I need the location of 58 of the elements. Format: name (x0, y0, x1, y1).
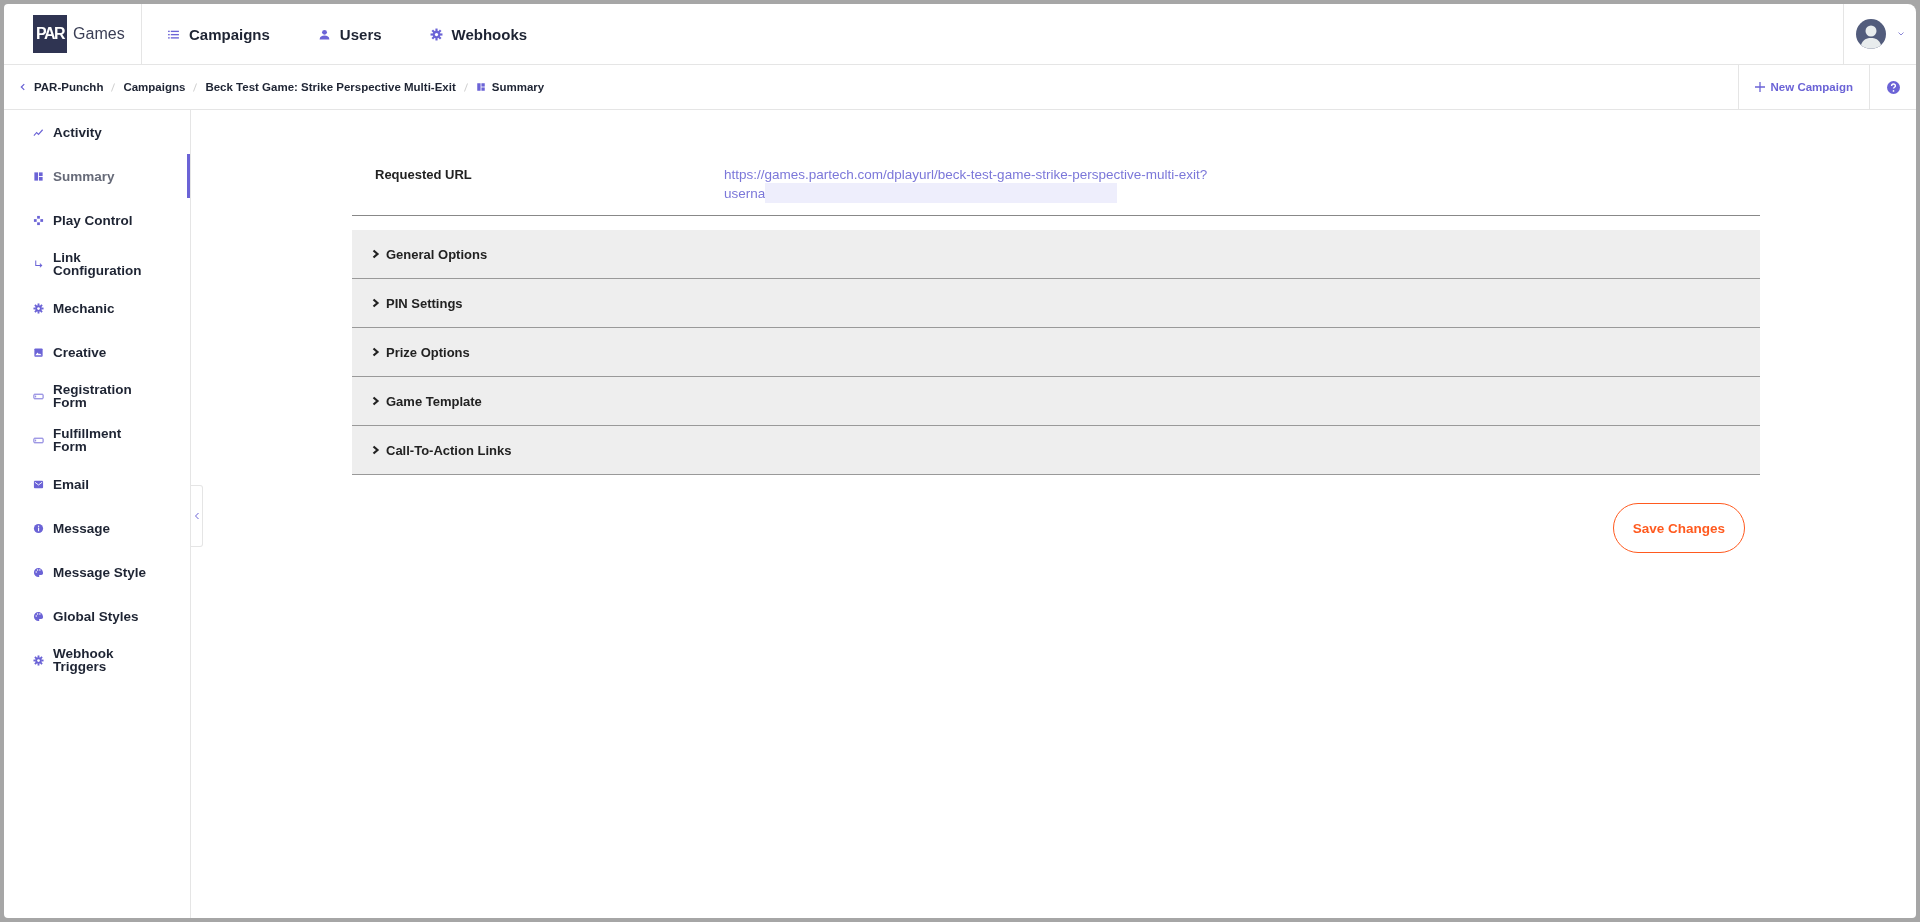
nav-item[interactable]: Campaigns (167, 25, 270, 43)
sidebar-item[interactable]: Play Control (4, 198, 190, 242)
chevron-icon (372, 347, 380, 357)
sidebar-item[interactable]: Message Style (4, 550, 190, 594)
avatar[interactable] (1856, 19, 1886, 49)
sidebar-item[interactable]: Summary (4, 154, 190, 198)
accordion-header[interactable]: Game Template (352, 377, 1760, 426)
dpad-icon (33, 214, 44, 226)
user-icon (317, 27, 331, 41)
accordion-header[interactable]: Call-To-Action Links (352, 426, 1760, 475)
sidebar-item[interactable]: Global Styles (4, 594, 190, 638)
plus-icon (1754, 82, 1765, 92)
chevron-icon (372, 445, 380, 455)
separator-icon (111, 82, 116, 92)
gear-icon (429, 27, 443, 41)
chevron-icon (372, 298, 380, 308)
sidebar-item[interactable]: Activity (4, 110, 190, 154)
sidebar-item[interactable]: Fulfillment Form (4, 418, 190, 462)
help-icon[interactable] (1886, 80, 1900, 94)
info-icon (33, 522, 44, 534)
chevron-icon (372, 396, 380, 406)
nav-item[interactable]: Webhooks (429, 25, 528, 43)
sidebar-item[interactable]: Message (4, 506, 190, 550)
logo-text: Games (73, 25, 125, 43)
url-link[interactable]: userna (724, 184, 766, 202)
sidebar-item[interactable]: Mechanic (4, 286, 190, 330)
dashboard-icon (475, 82, 486, 92)
sidebar-item[interactable]: Registration Form (4, 374, 190, 418)
accordion-header[interactable]: Prize Options (352, 328, 1760, 377)
breadcrumb-link[interactable]: PAR-Punchh (18, 81, 104, 93)
breadcrumb-link[interactable]: Summary (475, 81, 545, 93)
accordion-header[interactable]: General Options (352, 230, 1760, 279)
turn-arrow-icon (33, 258, 44, 270)
sidebar-item[interactable]: Link Configuration (4, 242, 190, 286)
chevron-left-icon (18, 82, 28, 92)
caret-icon[interactable] (1898, 32, 1904, 36)
accordion-header[interactable]: PIN Settings (352, 279, 1760, 328)
chevron-left-icon (193, 512, 200, 520)
new-campaign-button[interactable]: New Campaign (1737, 65, 1869, 109)
sidebar-item[interactable]: Email (4, 462, 190, 506)
gear-icon (33, 654, 44, 666)
field-label: Requested URL (375, 167, 472, 182)
palette-icon (33, 566, 44, 578)
separator-icon (463, 82, 468, 92)
sidebar-item[interactable]: Creative (4, 330, 190, 374)
sidebar-item[interactable]: Webhook Triggers (4, 638, 190, 682)
separator-icon (193, 82, 198, 92)
nav-item[interactable]: Users (317, 25, 382, 43)
logo-mark: PAR (33, 15, 68, 53)
palette-icon (33, 610, 44, 622)
breadcrumb-link[interactable]: Beck Test Game: Strike Perspective Multi-Exit (205, 81, 456, 93)
chevron-icon (372, 249, 380, 259)
dashboard-icon (33, 170, 44, 182)
mail-icon (33, 478, 44, 490)
breadcrumb-link[interactable]: Campaigns (123, 81, 186, 93)
gear-icon (33, 302, 44, 314)
image-icon (33, 346, 44, 358)
url-link[interactable]: https://games.partech.com/dplayurl/beck-test-game-strike-perspective-multi-exit? (724, 166, 1208, 183)
